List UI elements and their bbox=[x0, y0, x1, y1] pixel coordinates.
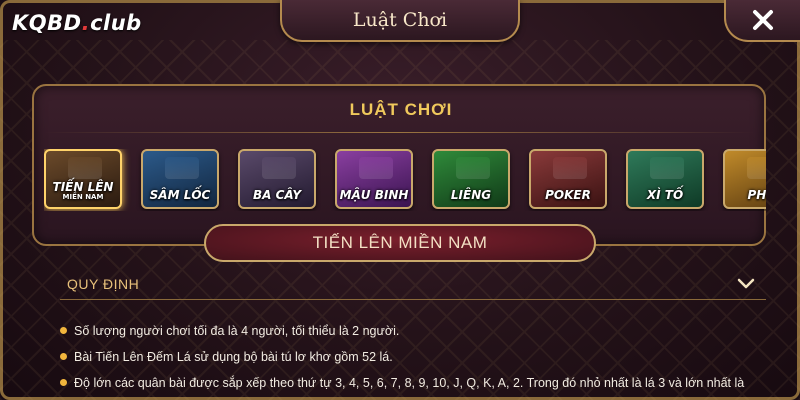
game-art bbox=[747, 157, 766, 179]
selected-game-banner: TIẾN LÊN MIỀN NAM bbox=[204, 224, 596, 262]
section-label: QUY ĐỊNH bbox=[67, 276, 140, 292]
game-art bbox=[165, 157, 199, 179]
game-tile[interactable]: POKER bbox=[529, 149, 607, 209]
game-label: PHỎ bbox=[747, 188, 766, 202]
rule-item: Độ lớn các quân bài được sắp xếp theo th… bbox=[58, 370, 778, 396]
game-tile[interactable]: PHỎ bbox=[723, 149, 766, 209]
game-label: SÂM LỐC bbox=[149, 188, 211, 202]
game-label: BA CÂY bbox=[252, 188, 302, 202]
game-tile[interactable]: LIÊNG bbox=[432, 149, 510, 209]
dialog-title: Luật Chơi bbox=[352, 9, 448, 31]
game-label: XÌ TỐ bbox=[646, 188, 684, 202]
chevron-down-icon bbox=[737, 278, 755, 289]
game-tile[interactable]: SÂM LỐC bbox=[141, 149, 219, 209]
dialog-title-tab: Luật Chơi bbox=[280, 0, 520, 42]
rule-item: Bài Tiến Lên Đếm Lá sử dụng bộ bài tú lơ… bbox=[58, 344, 778, 370]
game-label: TIẾN LÊN MIỀN NAM bbox=[52, 180, 114, 201]
panel-divider bbox=[44, 132, 754, 133]
site-logo: KQBD.club bbox=[12, 11, 142, 35]
game-list: TIẾN LÊN MIỀN NAM SÂM LỐC BA CÂY MẬU BINH LIÊ… bbox=[44, 149, 766, 211]
rules-list: Số lượng người chơi tối đa là 4 người, t… bbox=[58, 318, 778, 396]
panel-title: LUẬT CHƠI bbox=[349, 100, 453, 119]
game-art bbox=[553, 157, 587, 179]
rule-item: Số lượng người chơi tối đa là 4 người, t… bbox=[58, 318, 778, 344]
selected-game-title: TIẾN LÊN MIỀN NAM bbox=[312, 233, 488, 252]
game-tile[interactable]: XÌ TỐ bbox=[626, 149, 704, 209]
game-art bbox=[68, 157, 102, 179]
close-icon bbox=[753, 10, 773, 30]
game-tile[interactable]: MẬU BINH bbox=[335, 149, 413, 209]
section-header-quy-dinh[interactable]: QUY ĐỊNH bbox=[60, 270, 766, 300]
game-tile[interactable]: BA CÂY bbox=[238, 149, 316, 209]
game-art bbox=[650, 157, 684, 179]
game-label: MẬU BINH bbox=[339, 188, 409, 202]
game-label: LIÊNG bbox=[450, 188, 492, 202]
game-art bbox=[262, 157, 296, 179]
close-button[interactable] bbox=[724, 0, 800, 42]
game-sublabel: MIỀN NAM bbox=[62, 193, 104, 201]
game-tile[interactable]: TIẾN LÊN MIỀN NAM bbox=[44, 149, 122, 209]
game-art bbox=[456, 157, 490, 179]
game-art bbox=[359, 157, 393, 179]
game-label: POKER bbox=[545, 188, 591, 202]
